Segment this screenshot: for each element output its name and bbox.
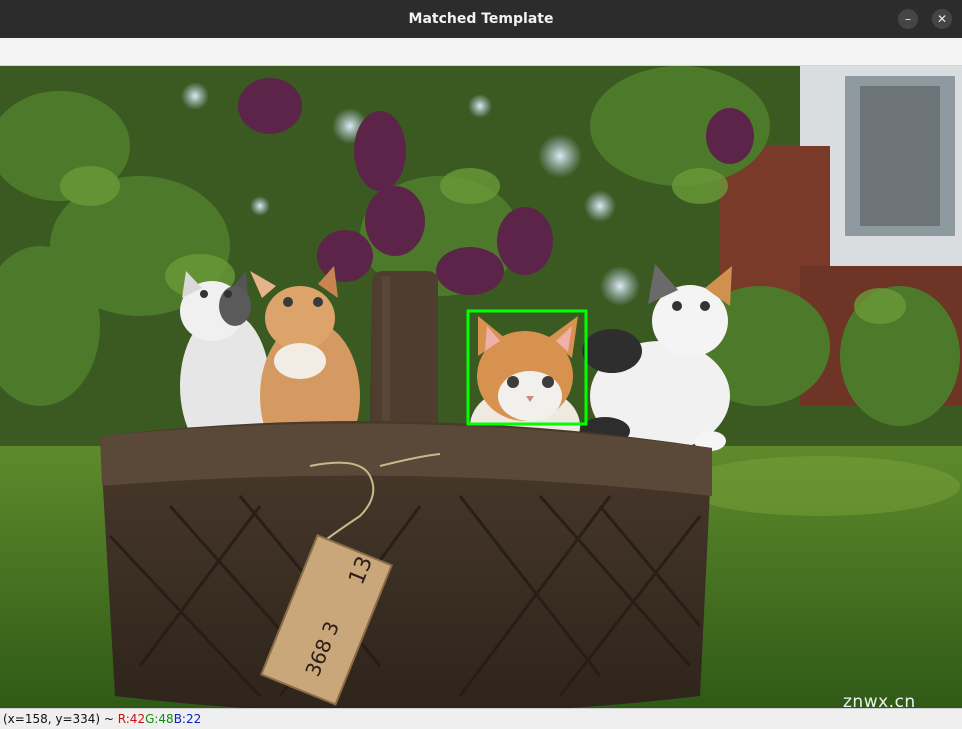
close-button[interactable]: ✕	[932, 9, 952, 29]
toolbar	[0, 38, 962, 66]
image-canvas[interactable]: 13 368 3 znwx.cn	[0, 66, 962, 708]
window-titlebar[interactable]: Matched Template – ✕	[0, 0, 962, 38]
pixel-blue-value: B:22	[173, 712, 202, 726]
close-icon: ✕	[936, 12, 948, 26]
minimize-button[interactable]: –	[898, 9, 918, 29]
watermark-text: znwx.cn	[843, 692, 916, 708]
minimize-icon: –	[905, 12, 911, 26]
status-bar: (x=158, y=334) ~ R:42 G:48 B:22	[0, 708, 962, 729]
window-title: Matched Template	[408, 11, 554, 27]
pixel-red-value: R:42	[117, 712, 146, 726]
pixel-green-value: G:48	[145, 712, 174, 726]
kittens-photo: 13 368 3	[0, 66, 962, 708]
cursor-coordinates: (x=158, y=334) ~	[3, 712, 118, 726]
